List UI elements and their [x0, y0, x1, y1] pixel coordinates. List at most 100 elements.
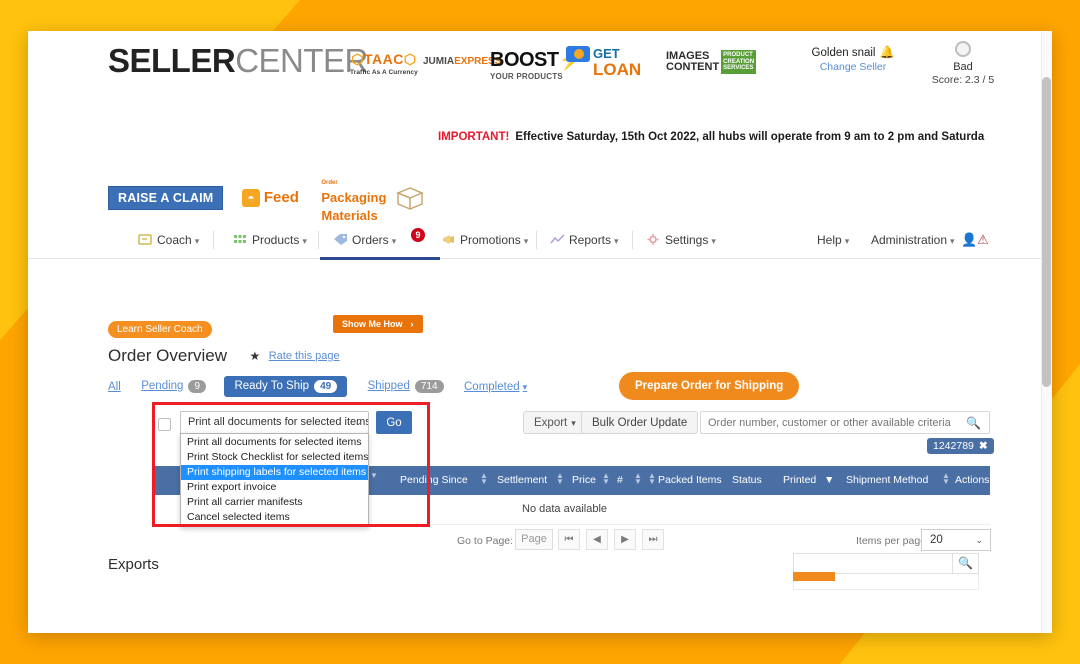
- browser-card: SELLERCENTER ⬡TAAC⬡ Traffic As A Currenc…: [28, 31, 1052, 633]
- column-header-settlement[interactable]: Settlement: [497, 474, 547, 486]
- packaging-materials-link[interactable]: Order Packaging Materials: [321, 171, 424, 225]
- megaphone-icon: [441, 233, 455, 246]
- sort-icon-price[interactable]: ▲ ▼: [602, 472, 610, 486]
- nav-item-administration[interactable]: Administration ▾: [871, 233, 955, 247]
- vertical-scrollbar[interactable]: [1041, 31, 1052, 633]
- filter-icon-printed[interactable]: ▼: [824, 474, 834, 486]
- column-header-packed-items[interactable]: Packed Items: [658, 474, 722, 486]
- search-icon[interactable]: 🔍: [953, 553, 979, 574]
- column-header-printed[interactable]: Printed: [783, 474, 816, 486]
- nav-item-coach[interactable]: Coach ▾: [138, 233, 199, 247]
- dropdown-option-print-all-documents[interactable]: Print all documents for selected items: [181, 435, 368, 450]
- nav-divider: [536, 231, 537, 249]
- go-button[interactable]: Go: [376, 411, 412, 434]
- rss-feed-icon: ◓: [241, 188, 260, 207]
- sellercenter-logo[interactable]: SELLERCENTER: [108, 42, 368, 80]
- star-icon: ★: [249, 349, 261, 363]
- exports-search-input[interactable]: [793, 553, 953, 574]
- seller-center-page: SELLERCENTER ⬡TAAC⬡ Traffic As A Currenc…: [28, 31, 1041, 590]
- first-page-button[interactable]: ⏮: [558, 529, 580, 550]
- dropdown-option-print-carrier-manifests[interactable]: Print all carrier manifests: [181, 495, 368, 510]
- pcs-line2: CREATION: [723, 58, 755, 65]
- change-seller-link[interactable]: Change Seller: [798, 61, 908, 73]
- pcs-line3: SERVICES: [723, 65, 754, 71]
- sort-icon-extra[interactable]: ▲ ▼: [648, 472, 656, 486]
- select-all-checkbox[interactable]: [158, 418, 171, 431]
- taac-logo[interactable]: ⬡TAAC⬡ Traffic As A Currency: [350, 51, 418, 76]
- notification-bell-icon[interactable]: 🔔: [879, 45, 894, 59]
- column-header-actions[interactable]: Actions: [955, 474, 989, 486]
- dropdown-option-print-export-invoice[interactable]: Print export invoice: [181, 480, 368, 495]
- raise-a-claim-button[interactable]: RAISE A CLAIM: [108, 186, 224, 210]
- nav-item-settings[interactable]: Settings ▾: [646, 233, 716, 247]
- images-content-logo[interactable]: IMAGES CONTENT PRODUCT CREATION SERVICES: [666, 50, 757, 74]
- column-header-price[interactable]: Price: [572, 474, 596, 486]
- page-number-input[interactable]: Page: [515, 529, 553, 550]
- nav-item-reports[interactable]: Reports ▾: [550, 233, 619, 247]
- taac-ring-left-icon: ⬡: [351, 51, 364, 67]
- seller-name-text: Golden snail: [811, 47, 876, 59]
- get-loan-logo[interactable]: GET LOAN: [566, 45, 641, 80]
- tab-all[interactable]: All: [108, 381, 121, 393]
- feed-link[interactable]: ◓ Feed: [241, 188, 299, 207]
- nav-item-products[interactable]: Products ▾: [233, 233, 307, 247]
- orders-badge-count: 9: [411, 228, 425, 242]
- tab-pending-count: 9: [188, 380, 207, 393]
- next-page-button[interactable]: ▶: [614, 529, 636, 550]
- tab-ready-to-ship[interactable]: Ready To Ship 49: [224, 376, 348, 397]
- user-warning-icon[interactable]: 👤⚠: [961, 232, 989, 248]
- nav-item-help[interactable]: Help ▾: [817, 233, 849, 247]
- images-content-right: PRODUCT CREATION SERVICES: [721, 50, 757, 74]
- chevron-down-icon: ▾: [302, 236, 307, 246]
- column-header-shipment-method[interactable]: Shipment Method: [846, 474, 928, 486]
- sort-icon-shipment-method[interactable]: ▲ ▼: [942, 472, 950, 486]
- tab-pending[interactable]: Pending 9: [141, 380, 207, 393]
- promo-strip: RAISE A CLAIM ◓ Feed Order Packaging Mate…: [108, 171, 425, 222]
- tab-shipped[interactable]: Shipped 714: [368, 380, 444, 393]
- banner-important-label: IMPORTANT!: [438, 131, 510, 143]
- prepare-order-for-shipping-button[interactable]: Prepare Order for Shipping: [619, 372, 800, 400]
- tab-completed[interactable]: Completed ▾: [464, 381, 527, 393]
- chevron-down-icon: ▾: [711, 236, 716, 246]
- sort-icon-settlement[interactable]: ▲ ▼: [556, 472, 564, 486]
- close-icon[interactable]: ✖: [979, 440, 988, 452]
- sort-icon-pending-since[interactable]: ▲ ▼: [480, 472, 488, 486]
- dropdown-option-print-shipping-labels[interactable]: Print shipping labels for selected items: [181, 465, 368, 480]
- order-search-input[interactable]: [701, 412, 959, 433]
- active-filter-chip[interactable]: 1242789 ✖: [927, 438, 994, 454]
- bulk-order-update-button[interactable]: Bulk Order Update: [581, 411, 699, 434]
- box-icon: [395, 185, 425, 211]
- show-me-how-coachmark[interactable]: Show Me How ›: [333, 315, 423, 333]
- nav-item-orders[interactable]: Orders ▾: [333, 233, 396, 247]
- filter-chip-label: 1242789: [933, 440, 974, 452]
- bulk-action-select[interactable]: Print all documents for selected items ⌄: [180, 411, 369, 434]
- packaging-small-label: Order: [321, 180, 338, 186]
- previous-page-button[interactable]: ◀: [586, 529, 608, 550]
- scrollbar-thumb[interactable]: [1042, 77, 1051, 387]
- dropdown-option-cancel-selected-items[interactable]: Cancel selected items: [181, 510, 368, 525]
- column-header-hash[interactable]: #: [617, 474, 623, 486]
- tag-icon: [333, 233, 347, 246]
- column-header-pending-since[interactable]: Pending Since: [400, 474, 468, 486]
- learn-seller-coach-pill[interactable]: Learn Seller Coach: [108, 321, 212, 338]
- items-per-page-select[interactable]: 20 ⌄: [921, 529, 991, 551]
- sort-icon-hash[interactable]: ▲ ▼: [634, 472, 642, 486]
- chart-icon: [550, 233, 565, 246]
- nav-label-coach: Coach: [157, 233, 192, 247]
- tab-ready-to-ship-label: Ready To Ship: [234, 380, 310, 392]
- search-icon[interactable]: 🔍: [966, 416, 981, 430]
- chevron-down-icon: ▾: [391, 236, 397, 246]
- export-label: Export: [534, 416, 568, 429]
- rate-this-page-link[interactable]: Rate this page: [269, 350, 340, 362]
- exports-progress-bar: [793, 572, 835, 581]
- export-button[interactable]: Export ▾: [523, 411, 587, 434]
- dropdown-option-print-stock-checklist[interactable]: Print Stock Checklist for selected items: [181, 450, 368, 465]
- nav-divider: [318, 231, 319, 249]
- pcs-line1: PRODUCT: [723, 52, 753, 58]
- last-page-button[interactable]: ⏭: [642, 529, 664, 550]
- column-header-status[interactable]: Status: [732, 474, 762, 486]
- nav-label-products: Products: [252, 233, 300, 247]
- sort-icon-date[interactable]: ▼: [370, 472, 378, 480]
- grid-icon: [233, 233, 247, 246]
- nav-item-promotions[interactable]: Promotions ▾: [441, 233, 528, 247]
